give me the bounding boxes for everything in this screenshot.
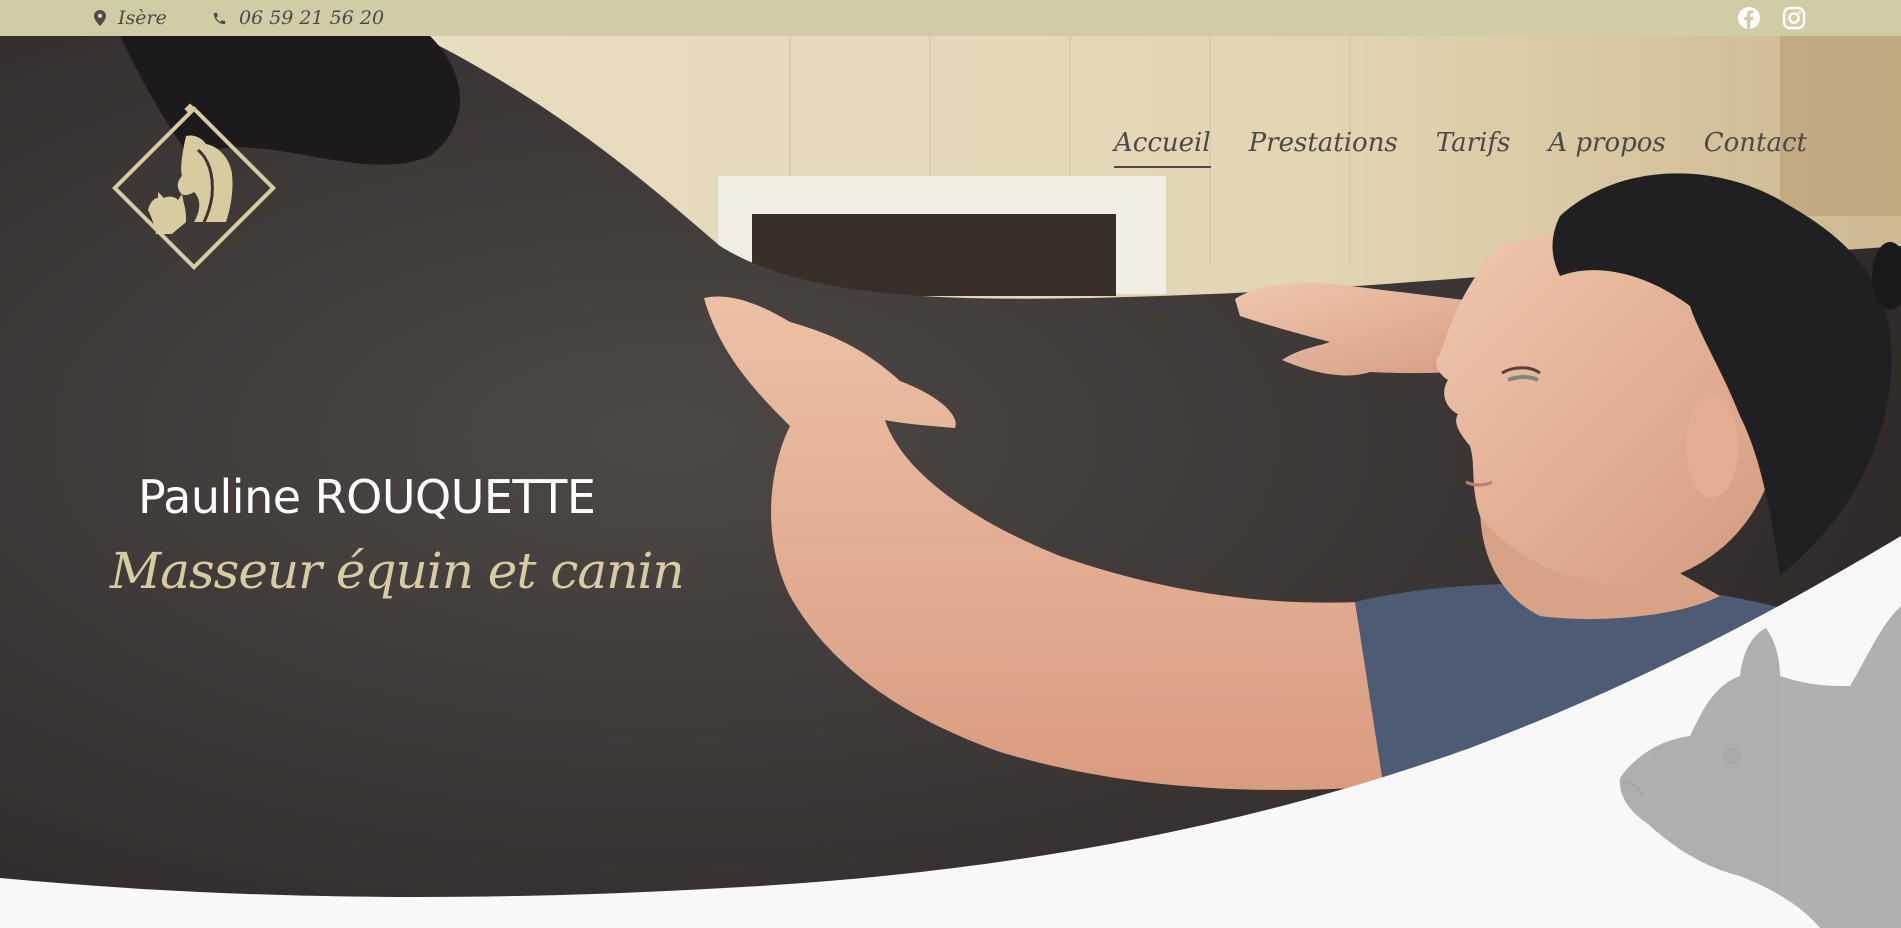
nav-item-accueil[interactable]: Accueil <box>1114 128 1211 168</box>
site-logo[interactable] <box>96 92 290 288</box>
facebook-icon[interactable] <box>1737 6 1761 30</box>
instagram-icon[interactable] <box>1782 6 1806 30</box>
nav-item-prestations[interactable]: Prestations <box>1249 128 1398 158</box>
phone-text: 06 59 21 56 20 <box>239 7 385 29</box>
phone-icon <box>213 12 226 24</box>
map-marker-icon <box>94 10 106 26</box>
hero-subtitle: Masseur équin et canin <box>110 542 685 600</box>
hero-section: Accueil Prestations Tarifs A propos Cont… <box>0 36 1901 928</box>
hero-name: Pauline ROUQUETTE <box>138 470 596 524</box>
main-navigation: Accueil Prestations Tarifs A propos Cont… <box>1076 128 1807 168</box>
phone-info[interactable]: 06 59 21 56 20 <box>212 0 384 36</box>
nav-item-contact[interactable]: Contact <box>1704 128 1807 158</box>
top-info-bar: Isère 06 59 21 56 20 <box>0 0 1901 36</box>
location-text: Isère <box>118 7 167 29</box>
nav-item-a-propos[interactable]: A propos <box>1548 128 1665 158</box>
nav-item-tarifs[interactable]: Tarifs <box>1436 128 1511 158</box>
location-info: Isère <box>94 0 167 36</box>
horse-head-logo-icon <box>177 135 233 223</box>
